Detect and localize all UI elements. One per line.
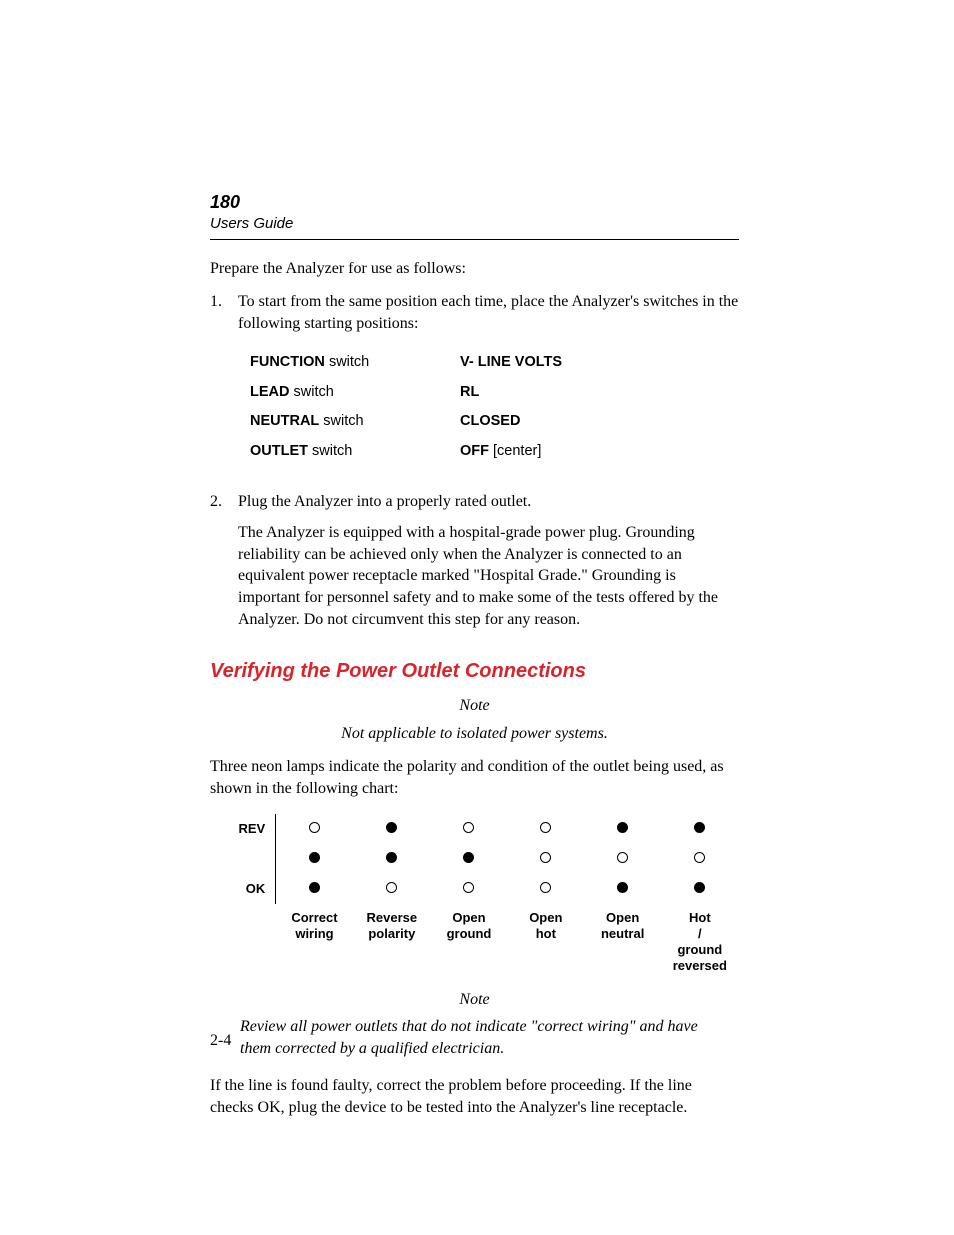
chart-row-label [212,844,276,874]
switch-label-rest: switch [319,413,363,429]
lamp-off-icon [540,852,551,863]
switch-value-bold: CLOSED [460,413,520,429]
switch-label-bold: FUNCTION [250,354,325,370]
table-row: FUNCTION switch V- LINE VOLTS [250,348,562,378]
lamp-on-icon [694,882,705,893]
lamp-on-icon [309,882,320,893]
chart-column-header: Openground [430,904,507,975]
switch-table: FUNCTION switch V- LINE VOLTS LEAD switc… [250,348,562,466]
step-text: Plug the Analyzer into a properly rated … [238,493,531,510]
table-row: NEUTRAL switch CLOSED [250,407,562,437]
step-number: 2. [210,491,238,631]
lamp-off-icon [540,882,551,893]
chart-cell [430,874,507,904]
steps-list: 1. To start from the same position each … [210,291,739,630]
switch-label-rest: switch [308,443,352,459]
chart-cell [276,844,354,874]
lamp-off-icon [463,882,474,893]
lamp-chart: REV OKCorrectwiringReversepolarityOpengro… [212,814,739,975]
chart-row-label: OK [212,874,276,904]
chart-cell [661,844,738,874]
step-body: To start from the same position each tim… [238,291,739,480]
page-header: 180 Users Guide [210,190,739,240]
chart-cell [430,844,507,874]
chart-cell [276,874,354,904]
switch-value-bold: OFF [460,443,489,459]
chart-cell [430,814,507,844]
chart-cell [353,844,430,874]
lamp-on-icon [309,852,320,863]
lamp-on-icon [463,852,474,863]
chart-row-label: REV [212,814,276,844]
lamp-off-icon [617,852,628,863]
section-heading: Verifying the Power Outlet Connections [210,658,739,685]
switch-value-bold: RL [460,384,479,400]
chart-cell [661,814,738,844]
step-1: 1. To start from the same position each … [210,291,739,480]
chart-header-row: CorrectwiringReversepolarityOpengroundOp… [212,904,739,975]
lamp-off-icon [309,822,320,833]
chart-cell [507,814,584,844]
chart-column-header: Openhot [507,904,584,975]
page-number: 2-4 [210,1030,231,1052]
lamp-on-icon [386,852,397,863]
chart-cell [353,874,430,904]
note-body: Not applicable to isolated power systems… [210,723,739,745]
lamp-off-icon [540,822,551,833]
note-body: Review all power outlets that do not ind… [240,1016,709,1059]
lamp-on-icon [694,822,705,833]
switch-label-rest: switch [289,384,333,400]
switch-label-bold: LEAD [250,384,289,400]
lamp-on-icon [617,882,628,893]
step-body: Plug the Analyzer into a properly rated … [238,491,739,631]
header-subtitle: Users Guide [210,214,739,234]
switch-label-bold: NEUTRAL [250,413,319,429]
intro-text: Prepare the Analyzer for use as follows: [210,258,739,280]
page: 180 Users Guide Prepare the Analyzer for… [0,0,954,1235]
lamp-off-icon [386,882,397,893]
chart-column-header: Hot/groundreversed [661,904,738,975]
step-number: 1. [210,291,238,480]
chart-cell [584,814,661,844]
chart-intro: Three neon lamps indicate the polarity a… [210,756,739,799]
chart-column-header: Reversepolarity [353,904,430,975]
header-number: 180 [210,190,739,214]
lamp-on-icon [617,822,628,833]
chart-cell [661,874,738,904]
chart-column-header: Openneutral [584,904,661,975]
chart-cell [584,844,661,874]
chart-cell [507,844,584,874]
table-row: OUTLET switch OFF [center] [250,437,562,467]
chart-column-header: Correctwiring [276,904,354,975]
lamp-off-icon [694,852,705,863]
chart-row: REV [212,814,739,844]
note-label: Note [210,695,739,717]
chart-blank-cell [212,904,276,975]
closing-text: If the line is found faulty, correct the… [210,1075,739,1118]
switch-label-bold: OUTLET [250,443,308,459]
switch-value-bold: V- LINE VOLTS [460,354,562,370]
switch-label-rest: switch [325,354,369,370]
chart-cell [276,814,354,844]
chart-cell [507,874,584,904]
note-label: Note [210,989,739,1011]
lamp-off-icon [463,822,474,833]
chart-row: OK [212,874,739,904]
switch-value-rest: [center] [489,443,541,459]
table-row: LEAD switch RL [250,378,562,408]
chart-cell [353,814,430,844]
chart-cell [584,874,661,904]
step-text: To start from the same position each tim… [238,293,738,332]
lamp-on-icon [386,822,397,833]
step-2: 2. Plug the Analyzer into a properly rat… [210,491,739,631]
chart-row [212,844,739,874]
step-sub-paragraph: The Analyzer is equipped with a hospital… [238,522,739,630]
